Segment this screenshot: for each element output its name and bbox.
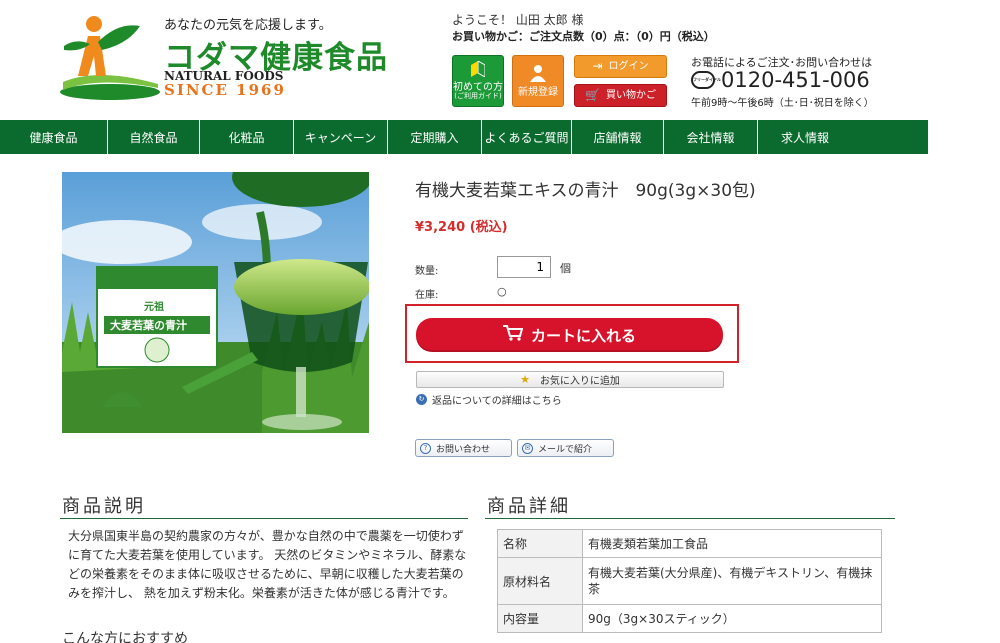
star-icon: ★	[520, 373, 530, 386]
spec-key: 内容量	[497, 604, 583, 633]
package-title: 大麦若葉の青汁	[110, 318, 187, 332]
cart-icon: 🛒	[585, 87, 600, 102]
nav-item-stores[interactable]: 店舗情報	[572, 120, 664, 154]
free-dial-icon: フリーダイヤル	[691, 71, 721, 89]
nav-item-natural-food[interactable]: 自然食品	[108, 120, 200, 154]
spec-value: 有機大麦若葉(大分県産)、有機デキストリン、有機抹茶	[582, 557, 882, 605]
site-header: あなたの元気を応援します。 コダマ健康食品 NATURAL FOODS SINC…	[0, 0, 1000, 120]
contact-button[interactable]: ? お問い合わせ	[415, 439, 512, 457]
nav-item-jobs[interactable]: 求人情報	[758, 120, 852, 154]
spec-key: 原材料名	[497, 557, 583, 605]
product-title: 有機大麦若葉エキスの青汁 90g(3g×30包)	[415, 181, 756, 201]
return-policy-link[interactable]: ↻ 返品についての詳細はこちら	[416, 392, 562, 407]
nav-item-subscription[interactable]: 定期購入	[388, 120, 482, 154]
nav-item-faq[interactable]: よくあるご質問	[482, 120, 572, 154]
beginner-leaf-icon	[471, 59, 486, 81]
first-time-guide-button[interactable]: 初めての方 (ご利用ガイド)	[452, 55, 504, 107]
login-label: ログイン	[608, 61, 649, 72]
details-divider	[485, 518, 895, 519]
description-title: 商品説明	[62, 496, 146, 517]
add-to-cart-label: カートに入れる	[530, 326, 636, 345]
nav-item-cosmetics[interactable]: 化粧品	[200, 120, 294, 154]
product-spec-table: 名称 有機麦類若葉加工食品 原材料名 有機大麦若葉(大分県産)、有機デキストリン…	[497, 529, 882, 633]
product-price: ¥3,240 (税込)	[415, 220, 508, 235]
nav-item-campaign[interactable]: キャンペーン	[294, 120, 388, 154]
spec-value: 90g（3g×30スティック）	[582, 604, 882, 633]
description-body: 大分県国東半島の契約農家の方々が、豊かな自然の中で農薬を一切使わずに育てた大麦若…	[68, 529, 467, 600]
recommend-title: こんな方におすすめ	[62, 631, 188, 643]
header-cart-button[interactable]: 🛒 買い物かご	[574, 84, 667, 107]
stock-status: ○	[497, 285, 507, 298]
register-button[interactable]: 新規登録	[512, 55, 564, 107]
package-brand: 元祖	[144, 300, 164, 313]
quantity-unit: 個	[560, 262, 571, 275]
contact-icon: ?	[420, 442, 431, 454]
table-row: 内容量 90g（3g×30スティック）	[497, 604, 882, 633]
cart-icon	[502, 325, 524, 345]
info-icon: ↻	[416, 394, 427, 405]
business-hours: 午前9時～午後6時（土･日･祝日を除く）	[691, 98, 874, 109]
contact-label: お問い合わせ	[436, 444, 491, 455]
stock-label: 在庫:	[415, 290, 439, 301]
mail-icon: ✉	[522, 442, 533, 454]
return-policy-label: 返品についての詳細はこちら	[432, 396, 562, 407]
phone-number-text: 0120-451-006	[721, 68, 870, 92]
register-label: 新規登録	[518, 87, 558, 99]
cart-summary: お買い物かご：ご注文点数（0）点：（0）円（税込）	[452, 30, 715, 43]
site-logo[interactable]: あなたの元気を応援します。 コダマ健康食品 NATURAL FOODS SINC…	[58, 12, 387, 108]
welcome-message: ようこそ！ 山田 太郎 様	[452, 13, 584, 27]
login-button[interactable]: ⇥ ログイン	[574, 55, 667, 78]
add-favorite-label: お気に入りに追加	[539, 376, 620, 387]
first-time-sublabel: (ご利用ガイド)	[454, 92, 502, 101]
nav-item-health-food[interactable]: 健康食品	[0, 120, 108, 154]
quantity-label: 数量:	[415, 266, 439, 277]
product-image: 元祖 大麦若葉の青汁	[62, 172, 369, 433]
spec-key: 名称	[497, 529, 583, 558]
phone-number[interactable]: フリーダイヤル 0120-451-006	[691, 68, 870, 92]
user-icon	[529, 64, 547, 86]
nav-item-company[interactable]: 会社情報	[664, 120, 758, 154]
add-favorite-button[interactable]: ★ お気に入りに追加	[416, 371, 724, 388]
add-to-cart-button[interactable]: カートに入れる	[416, 318, 723, 352]
table-row: 原材料名 有機大麦若葉(大分県産)、有機デキストリン、有機抹茶	[497, 557, 882, 605]
brand-since: SINCE 1969	[164, 81, 286, 99]
table-row: 名称 有機麦類若葉加工食品	[497, 529, 882, 558]
logo-mark-icon	[60, 16, 160, 100]
mail-share-button[interactable]: ✉ メールで紹介	[517, 439, 614, 457]
header-cart-label: 買い物かご	[605, 90, 656, 101]
mail-share-label: メールで紹介	[538, 444, 593, 455]
details-title: 商品詳細	[487, 496, 571, 517]
global-nav: 健康食品 自然食品 化粧品 キャンペーン 定期購入 よくあるご質問 店舗情報 会…	[0, 120, 928, 154]
login-icon: ⇥	[592, 58, 603, 73]
description-divider	[60, 518, 468, 519]
quantity-input[interactable]	[497, 256, 551, 278]
logo-tagline: あなたの元気を応援します。	[164, 18, 332, 33]
spec-value: 有機麦類若葉加工食品	[582, 529, 882, 558]
